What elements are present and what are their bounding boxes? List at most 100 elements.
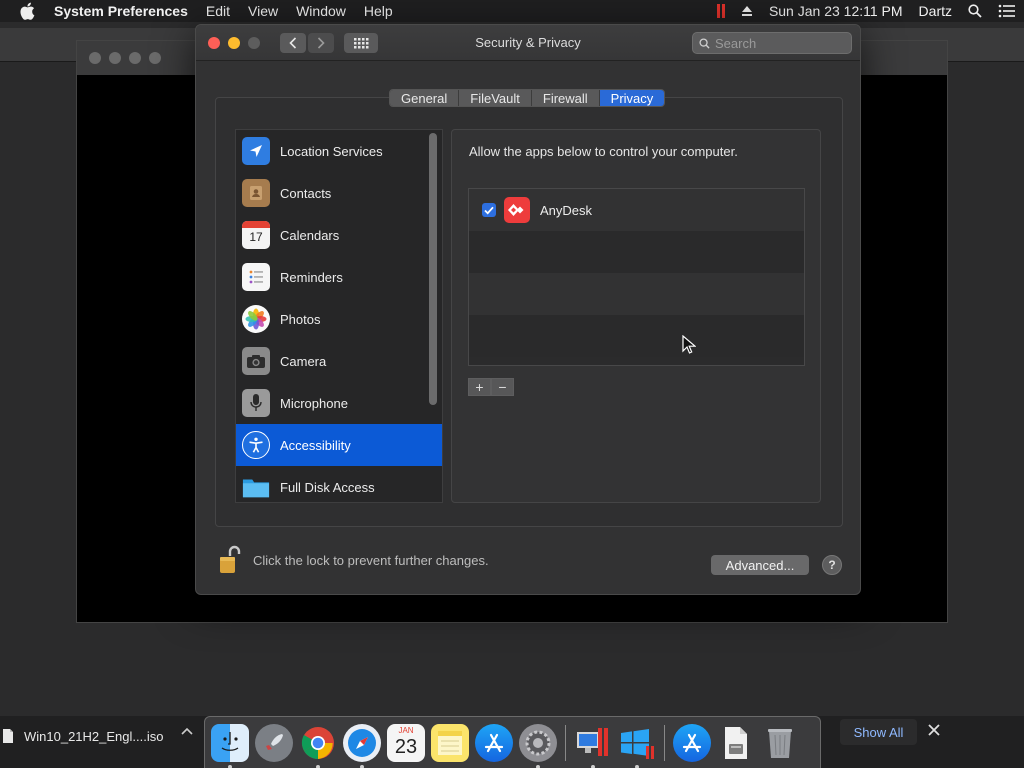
tab-filevault[interactable]: FileVault — [459, 90, 532, 106]
notes-icon[interactable] — [431, 723, 469, 762]
accessibility-detail-pane: Allow the apps below to control your com… — [451, 129, 821, 503]
sidebar-item-label: Calendars — [280, 227, 340, 243]
sidebar-item-label: Contacts — [280, 185, 332, 201]
menu-user[interactable]: Dartz — [919, 3, 952, 19]
menu-clock[interactable]: Sun Jan 23 12:11 PM — [769, 3, 903, 19]
calendar-app-icon[interactable]: JAN 23 — [387, 723, 425, 762]
allow-apps-description: Allow the apps below to control your com… — [469, 144, 738, 159]
unlocked-padlock-icon[interactable] — [219, 545, 241, 575]
lock-instruction: Click the lock to prevent further change… — [253, 552, 489, 568]
advanced-button[interactable]: Advanced... — [711, 555, 809, 575]
menu-window[interactable]: Window — [287, 3, 355, 19]
sidebar-item-label: Full Disk Access — [280, 479, 375, 495]
download-file-name: Win10_21H2_Engl....iso — [24, 728, 164, 744]
sidebar-item-accessibility[interactable]: Accessibility — [236, 424, 442, 466]
spotlight-search-icon[interactable] — [968, 4, 982, 18]
sidebar-item-camera[interactable]: Camera — [236, 340, 442, 382]
calendar-icon: 17 — [242, 221, 270, 249]
app-list: AnyDesk — [468, 188, 805, 366]
help-button[interactable]: ? — [822, 555, 842, 575]
sidebar-item-contacts[interactable]: Contacts — [236, 172, 442, 214]
menu-bar: System Preferences Edit View Window Help… — [0, 0, 1024, 22]
titlebar: Security & Privacy — [196, 25, 860, 61]
remove-app-button[interactable]: − — [491, 378, 514, 396]
app-row-anydesk[interactable]: AnyDesk — [469, 189, 804, 231]
chrome-icon[interactable] — [299, 724, 337, 768]
show-all-grid-button[interactable] — [344, 32, 378, 53]
bg-close-button[interactable] — [89, 52, 101, 64]
chevron-up-icon[interactable] — [181, 727, 193, 735]
parallels-status-icon[interactable] — [716, 4, 725, 18]
sidebar-item-label: Camera — [280, 353, 327, 369]
mouse-cursor-icon — [682, 335, 696, 354]
reminders-list-icon — [242, 263, 270, 291]
tab-general[interactable]: General — [390, 90, 460, 106]
menu-view[interactable]: View — [239, 3, 287, 19]
app-store-downloads-icon[interactable] — [673, 723, 711, 762]
system-preferences-icon[interactable] — [519, 723, 557, 768]
menu-app-name[interactable]: System Preferences — [54, 3, 197, 19]
minimize-button[interactable] — [228, 36, 240, 49]
download-item[interactable]: Win10_21H2_Engl....iso — [0, 722, 163, 750]
security-privacy-window: Security & Privacy General FileVault Fir… — [195, 24, 861, 595]
contacts-book-icon — [242, 179, 270, 207]
sidebar-item-label: Accessibility — [280, 437, 351, 453]
accessibility-icon — [242, 431, 270, 459]
sidebar-item-full-disk-access[interactable]: Full Disk Access — [236, 466, 442, 502]
eject-icon[interactable] — [741, 5, 753, 17]
windows-icon[interactable] — [618, 724, 656, 768]
menu-edit[interactable]: Edit — [197, 3, 239, 19]
disk-image-icon[interactable] — [717, 724, 755, 762]
forward-button[interactable] — [308, 32, 334, 53]
location-arrow-icon — [242, 137, 270, 165]
tab-privacy[interactable]: Privacy — [599, 90, 665, 106]
app-store-icon[interactable] — [475, 723, 513, 762]
camera-icon — [242, 347, 270, 375]
close-download-bar-icon[interactable] — [928, 724, 940, 736]
sidebar-item-photos[interactable]: Photos — [236, 298, 442, 340]
parallels-desktop-icon[interactable] — [574, 724, 612, 768]
sidebar-item-label: Photos — [280, 311, 321, 327]
search-field[interactable] — [692, 32, 852, 54]
finder-icon[interactable] — [211, 723, 249, 768]
trash-icon[interactable] — [761, 724, 799, 762]
bg-minimize-button[interactable] — [109, 52, 121, 64]
sidebar-item-calendars[interactable]: 17 Calendars — [236, 214, 442, 256]
notification-center-icon[interactable] — [998, 4, 1016, 18]
safari-icon[interactable] — [343, 723, 381, 768]
grid-icon — [354, 37, 369, 48]
add-app-button[interactable]: + — [468, 378, 491, 396]
sidebar-item-microphone[interactable]: Microphone — [236, 382, 442, 424]
search-input[interactable] — [715, 35, 835, 51]
bg-extra-button[interactable] — [149, 52, 161, 64]
anydesk-checkbox[interactable] — [482, 203, 496, 217]
zoom-button[interactable] — [248, 36, 260, 49]
menu-help[interactable]: Help — [355, 3, 402, 19]
search-icon — [699, 37, 710, 49]
sidebar-scrollbar[interactable] — [429, 133, 437, 405]
add-remove-controls: + − — [468, 378, 514, 396]
checkmark-icon — [484, 206, 494, 215]
anydesk-icon — [504, 197, 530, 223]
back-button[interactable] — [280, 32, 306, 53]
microphone-icon — [242, 389, 270, 417]
sidebar-item-label: Microphone — [280, 395, 348, 411]
lock-row: Click the lock to prevent further change… — [219, 545, 489, 575]
close-button[interactable] — [208, 36, 220, 49]
dock: JAN 23 — [204, 716, 821, 768]
app-row-empty — [469, 273, 804, 315]
app-row-empty — [469, 315, 804, 357]
show-all-downloads-button[interactable]: Show All — [840, 719, 917, 745]
sidebar-item-reminders[interactable]: Reminders — [236, 256, 442, 298]
launchpad-icon[interactable] — [255, 723, 293, 762]
file-icon — [3, 729, 13, 743]
sidebar-item-label: Location Services — [280, 143, 383, 159]
chevron-left-icon — [289, 36, 297, 49]
tab-firewall[interactable]: Firewall — [531, 90, 600, 106]
sidebar-item-location-services[interactable]: Location Services — [236, 130, 442, 172]
bg-zoom-button[interactable] — [129, 52, 141, 64]
tab-bar: General FileVault Firewall Privacy — [389, 89, 666, 107]
apple-menu-icon[interactable] — [0, 2, 54, 20]
folder-icon — [242, 473, 270, 501]
chevron-right-icon — [317, 36, 325, 49]
